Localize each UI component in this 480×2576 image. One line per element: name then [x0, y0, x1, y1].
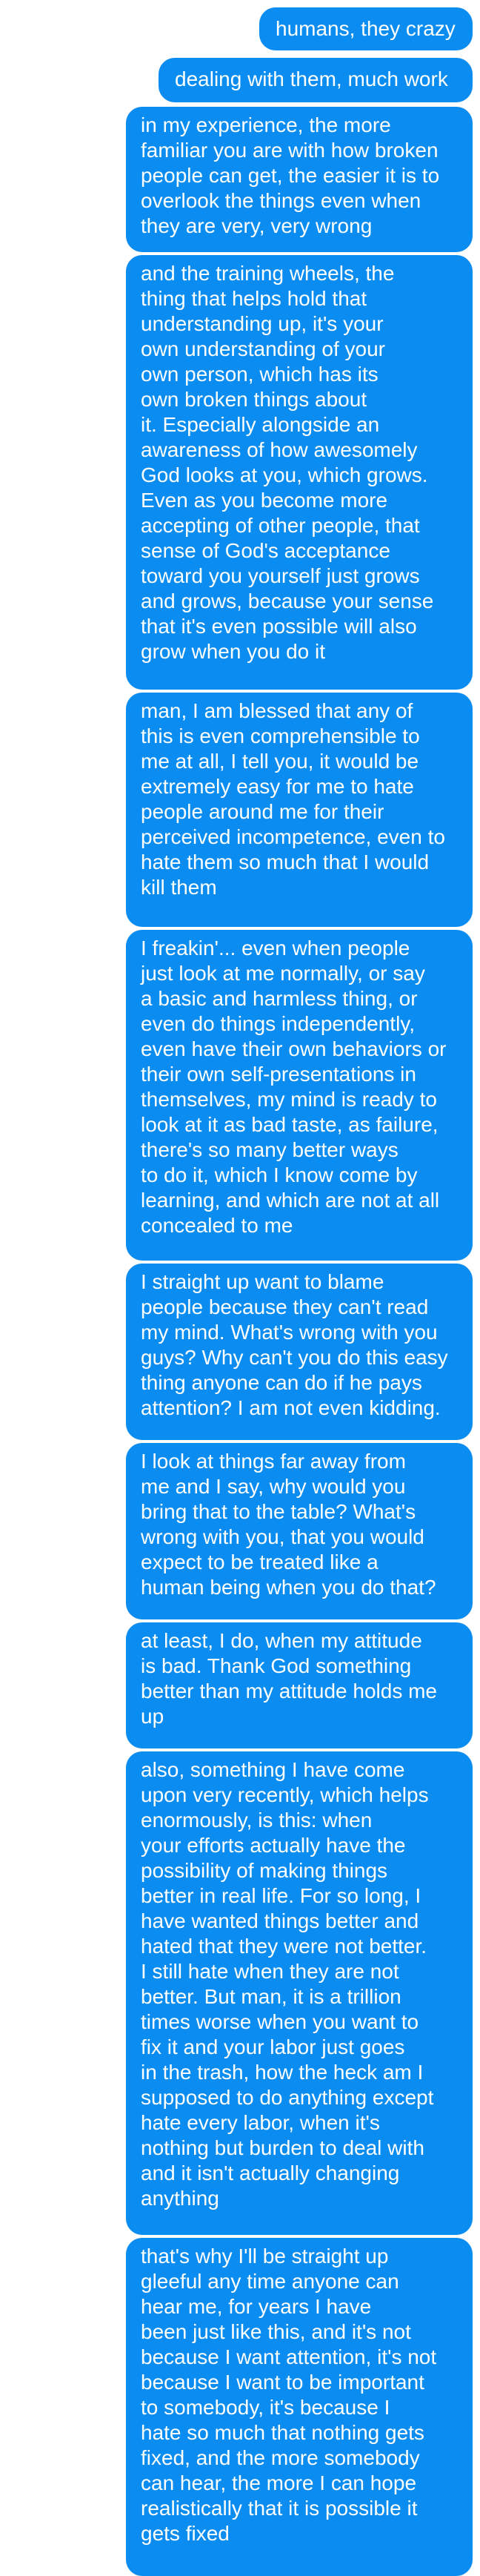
message-thread: humans, they crazy dealing with them, mu…	[0, 0, 480, 2576]
sent-message-bubble[interactable]: I freakin'... even when people just look…	[126, 930, 473, 1261]
sent-message-bubble[interactable]: I straight up want to blame people becau…	[126, 1264, 473, 1440]
sent-message-bubble[interactable]: man, I am blessed that any of this is ev…	[126, 693, 473, 927]
sent-message-bubble[interactable]: at least, I do, when my attitude is bad.…	[126, 1622, 473, 1748]
sent-message-bubble[interactable]: in my experience, the more familiar you …	[126, 107, 473, 252]
sent-message-bubble[interactable]: that's why I'll be straight up gleeful a…	[126, 2238, 473, 2576]
sent-message-bubble[interactable]: humans, they crazy	[259, 7, 473, 50]
sent-message-bubble[interactable]: also, something I have come upon very re…	[126, 1751, 473, 2235]
sent-message-bubble[interactable]: dealing with them, much work	[159, 58, 473, 102]
sent-message-bubble[interactable]: and the training wheels, the thing that …	[126, 255, 473, 690]
sent-message-bubble[interactable]: I look at things far away from me and I …	[126, 1443, 473, 1619]
